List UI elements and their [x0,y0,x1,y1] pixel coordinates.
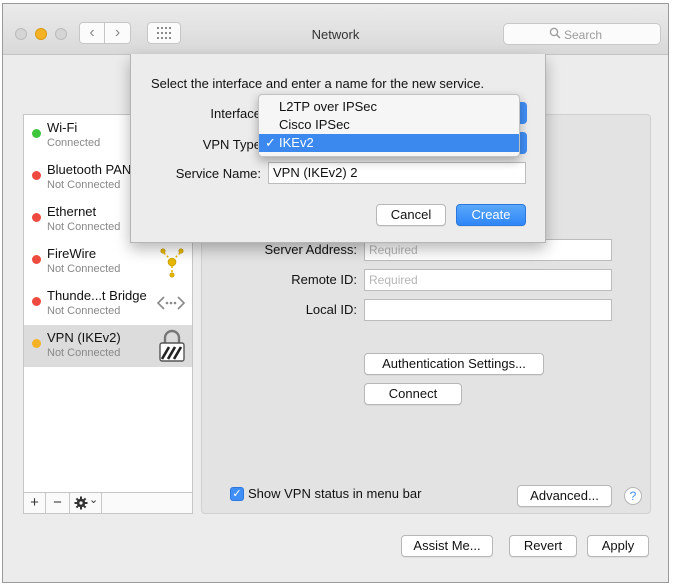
network-preferences-window: ‹ › Network Search Wi-Fi Connected Bluet… [2,3,669,583]
search-icon [549,27,561,39]
status-dot [32,297,41,306]
service-name: VPN (IKEv2) [47,330,121,345]
local-id-input[interactable] [364,299,612,321]
plus-icon: + [30,494,39,511]
service-name: Ethernet [47,204,97,219]
status-dot [32,129,41,138]
vpn-type-label: VPN Type [202,137,261,152]
service-name: Thunde...t Bridge [47,288,147,303]
remote-id-label: Remote ID: [291,272,357,287]
status-dot [32,255,41,264]
apply-button[interactable]: Apply [587,535,649,557]
service-name: FireWire [47,246,97,261]
sheet-prompt: Select the interface and enter a name fo… [151,76,485,91]
authentication-settings-button[interactable]: Authentication Settings... [364,353,544,375]
service-item-firewire[interactable]: FireWire Not Connected [24,241,192,283]
thunderbolt-bridge-icon [156,296,186,310]
remote-id-input[interactable]: Required [364,269,612,291]
service-name-input[interactable]: VPN (IKEv2) 2 [268,162,526,184]
title-bar: ‹ › Network Search [3,4,668,55]
question-icon: ? [629,489,637,503]
chevron-down-icon: ⌄ [89,494,99,506]
show-vpn-status-label: Show VPN status in menu bar [248,486,422,501]
revert-button[interactable]: Revert [509,535,577,557]
menu-item-ikev2[interactable]: ✓ IKEv2 [259,134,519,152]
checkmark-icon: ✓ [232,488,242,500]
connect-button[interactable]: Connect [364,383,462,405]
menu-item-l2tp-over-ipsec[interactable]: L2TP over IPSec [259,98,519,116]
gear-icon [74,496,88,510]
service-item-thunderbolt-bridge[interactable]: Thunde...t Bridge Not Connected [24,283,192,325]
service-name-label: Service Name: [175,166,261,181]
service-status: Not Connected [47,263,121,275]
minus-icon: − [53,494,62,511]
menu-item-label: IKEv2 [279,135,314,150]
assist-me-button[interactable]: Assist Me... [401,535,493,557]
status-dot [32,171,41,180]
menu-item-cisco-ipsec[interactable]: Cisco IPSec [259,116,519,134]
server-address-label: Server Address: [264,242,358,257]
local-id-label: Local ID: [305,302,357,317]
remove-service-button[interactable]: − [46,493,70,513]
search-placeholder: Search [564,28,603,42]
menu-item-label: Cisco IPSec [279,117,350,132]
service-status: Not Connected [47,221,121,233]
service-name: Wi-Fi [47,120,78,135]
status-dot [32,213,41,222]
vpn-lock-icon [159,329,185,362]
service-status: Not Connected [47,305,121,317]
search-input[interactable]: Search [503,23,661,45]
firewire-icon [160,248,184,278]
service-actions-menu[interactable]: ⌄ [70,493,102,513]
show-vpn-status-checkbox[interactable]: ✓ [230,487,244,501]
interface-label: Interface [210,106,261,121]
checkmark-icon: ✓ [265,135,276,150]
status-dot [32,339,41,348]
service-status: Not Connected [47,179,121,191]
menu-item-label: L2TP over IPSec [279,99,378,114]
service-status: Not Connected [47,347,121,359]
service-item-vpn-ikev2[interactable]: VPN (IKEv2) Not Connected [24,325,192,367]
service-list-toolbar: + − ⌄ [24,492,192,513]
add-service-button[interactable]: + [24,493,46,513]
advanced-button[interactable]: Advanced... [517,485,612,507]
help-button[interactable]: ? [624,487,642,505]
create-button[interactable]: Create [456,204,526,226]
vpn-type-menu: L2TP over IPSec Cisco IPSec ✓ IKEv2 [258,94,520,157]
service-status: Connected [47,137,101,149]
cancel-button[interactable]: Cancel [376,204,446,226]
